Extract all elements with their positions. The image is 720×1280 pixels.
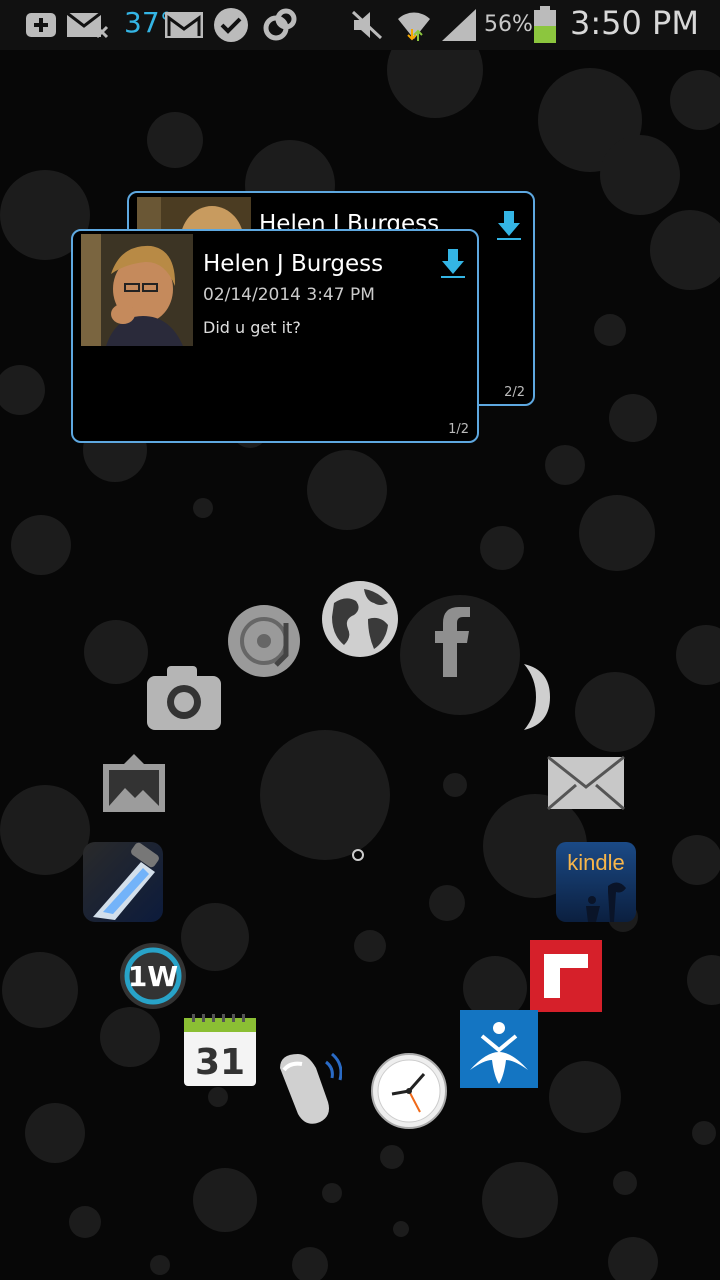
download-icon[interactable] xyxy=(439,247,467,279)
1weather-app[interactable]: 1W xyxy=(118,941,188,1011)
check-badge-icon xyxy=(212,7,250,43)
download-icon[interactable] xyxy=(495,209,523,241)
flipboard-app[interactable] xyxy=(530,940,602,1012)
browser-globe-app[interactable] xyxy=(320,579,400,659)
wifi-icon xyxy=(396,7,432,43)
myfitnesspal-app[interactable] xyxy=(460,1010,538,1088)
notification-card-front[interactable]: Helen J Burgess 02/14/2014 3:47 PM Did u… xyxy=(71,229,479,443)
page-indicator: 1/2 xyxy=(448,422,469,437)
kindle-app[interactable]: kindle xyxy=(556,842,636,922)
sync-icon xyxy=(262,7,298,43)
battery-percent: 56% xyxy=(484,12,533,37)
gallery-app[interactable] xyxy=(101,752,167,814)
circle-launcher-center[interactable] xyxy=(352,849,364,861)
status-bar: 37° 56% 3:50 PM xyxy=(0,0,720,50)
moon-app[interactable] xyxy=(516,660,552,734)
1weather-label: 1W xyxy=(128,960,178,993)
signal-icon xyxy=(440,7,478,43)
calendar-day: 31 xyxy=(195,1042,245,1083)
add-box-icon xyxy=(24,7,58,43)
camera-app[interactable] xyxy=(145,664,223,732)
mute-icon xyxy=(350,7,384,43)
page-indicator: 2/2 xyxy=(504,385,525,400)
battery-icon xyxy=(532,6,558,43)
clock-app[interactable] xyxy=(370,1052,448,1130)
music-player-app[interactable] xyxy=(226,603,302,679)
status-clock: 3:50 PM xyxy=(570,4,699,42)
kindle-label: kindle xyxy=(567,850,624,875)
calendar-app[interactable]: 31 xyxy=(182,1012,258,1088)
whistle-app[interactable] xyxy=(270,1048,342,1128)
facebook-app[interactable] xyxy=(425,605,485,677)
contact-name: Helen J Burgess xyxy=(203,251,384,277)
email-app[interactable] xyxy=(546,755,626,811)
message-timestamp: 02/14/2014 3:47 PM xyxy=(203,285,375,305)
gmail-icon xyxy=(164,7,204,43)
contact-avatar xyxy=(81,234,193,346)
missed-mail-icon xyxy=(66,7,110,43)
flashlight-app[interactable] xyxy=(83,842,163,922)
message-text: Did u get it? xyxy=(203,318,301,337)
